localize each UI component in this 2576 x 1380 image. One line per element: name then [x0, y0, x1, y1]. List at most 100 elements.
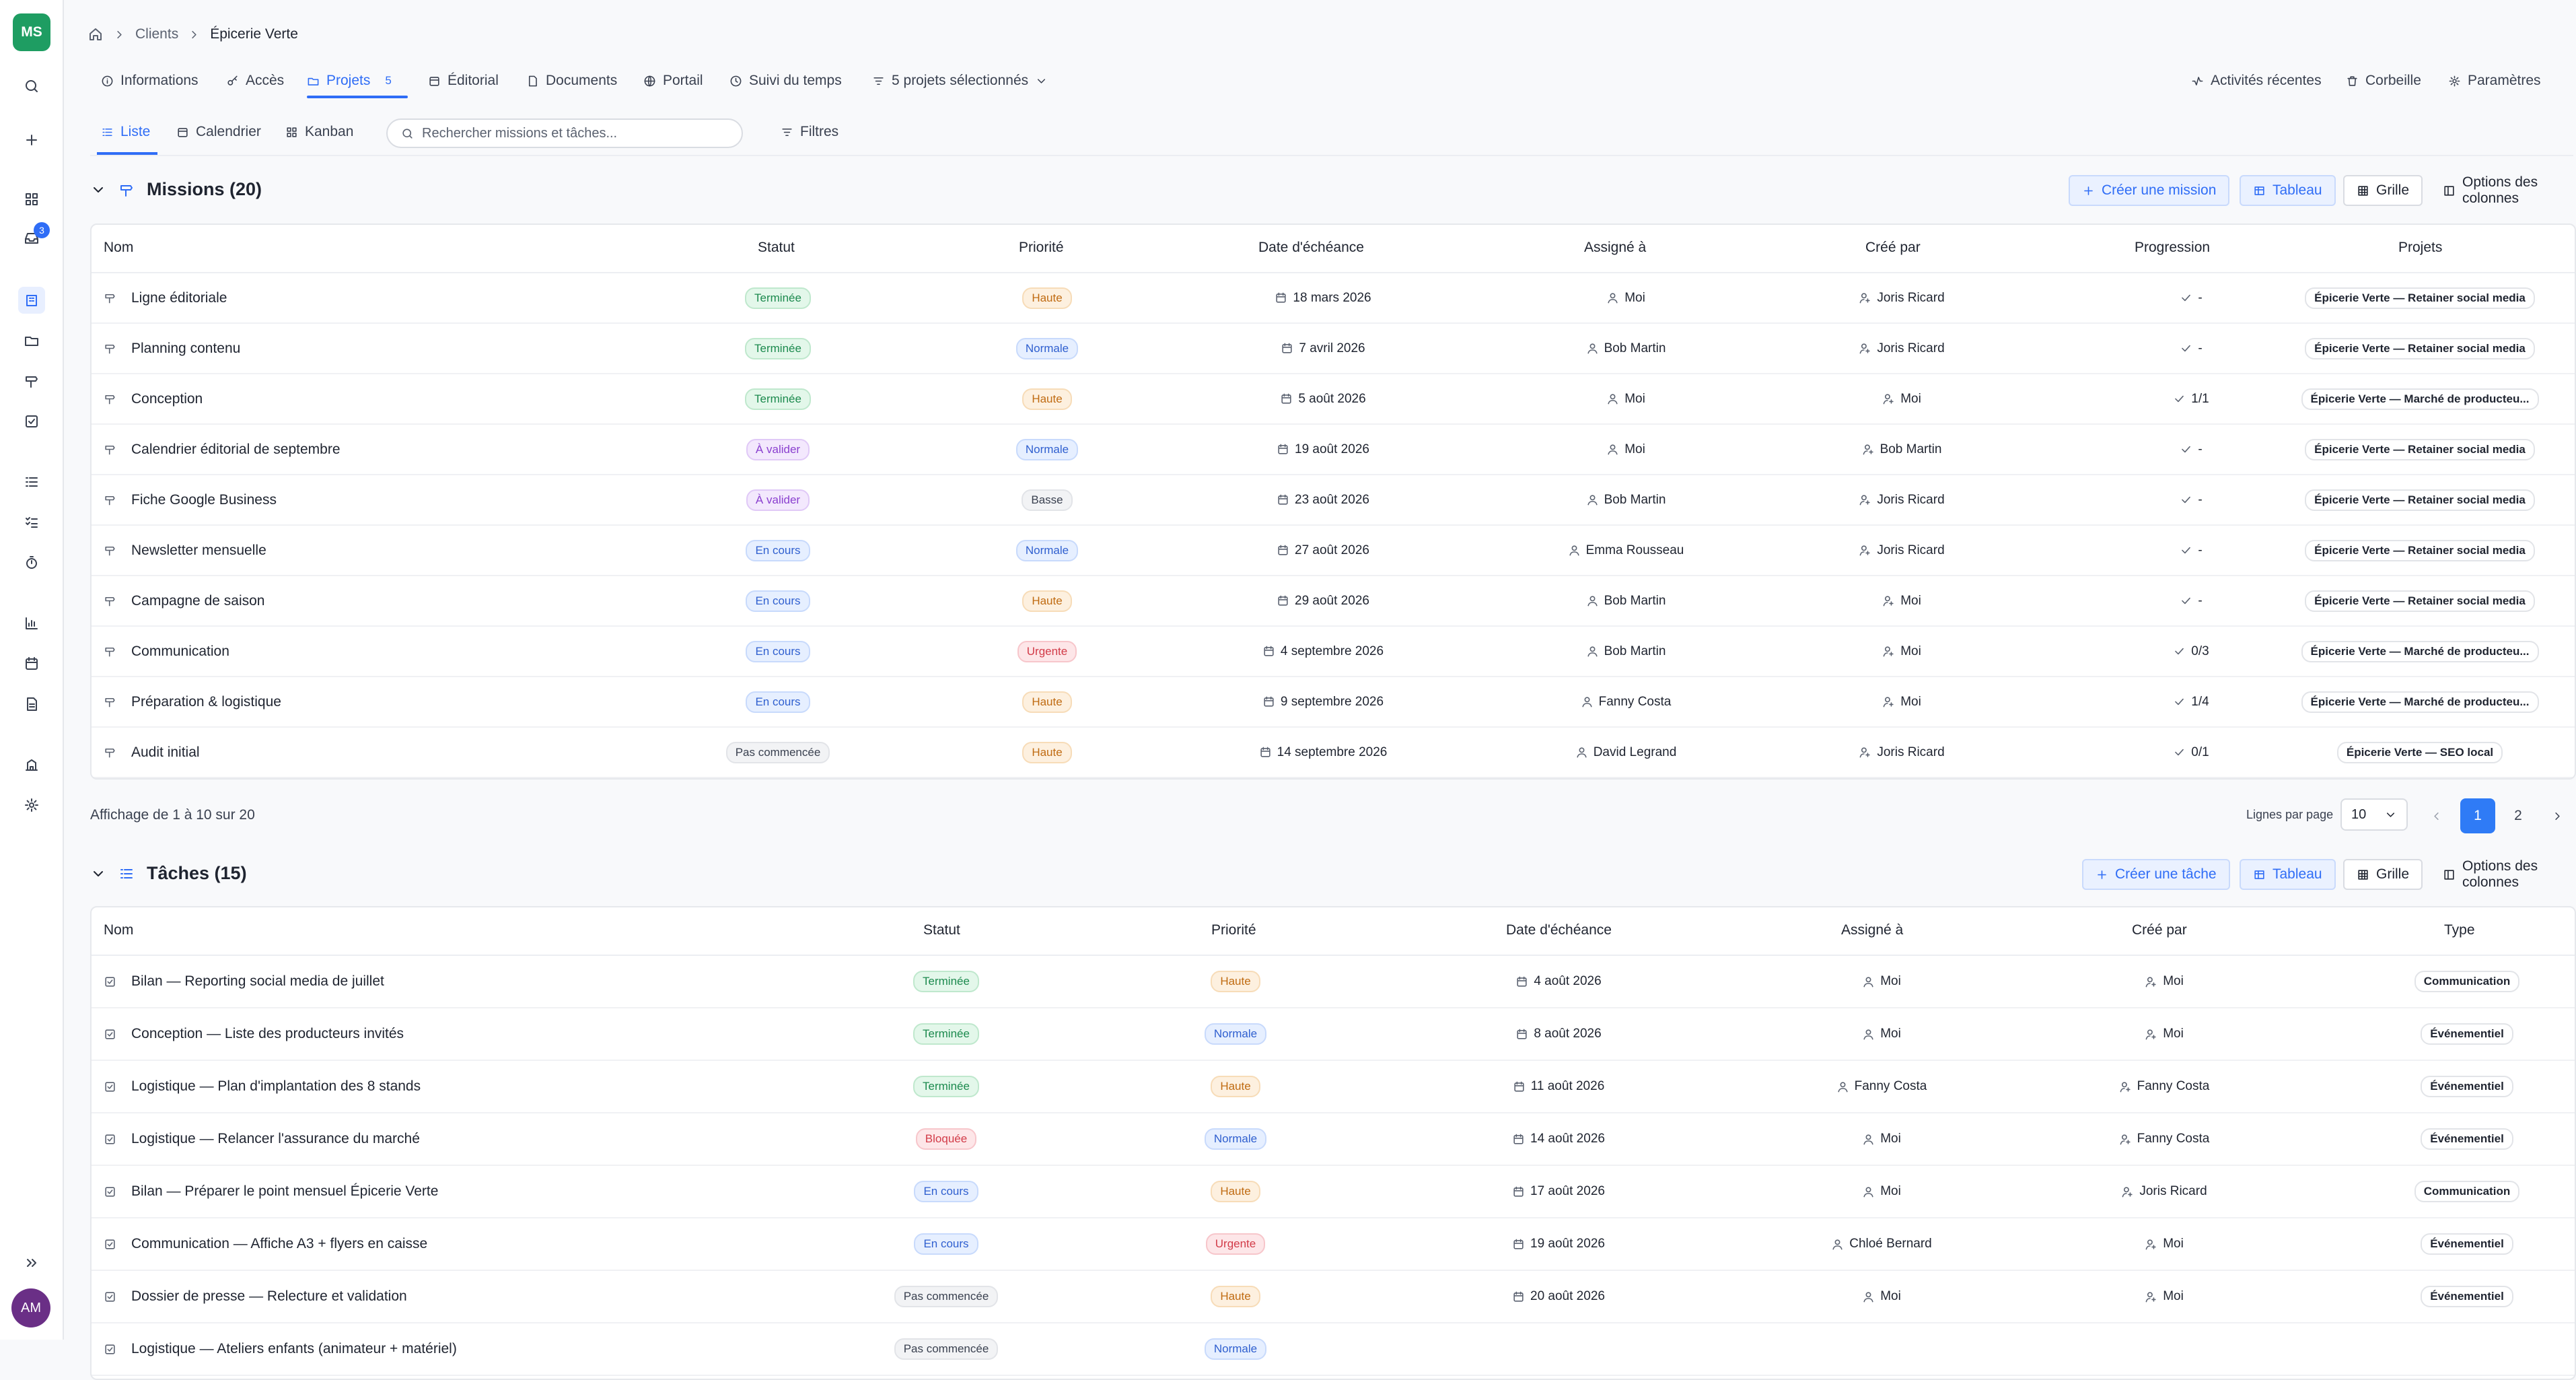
task-column-options-button[interactable]: Options des colonnes: [2431, 858, 2573, 890]
mission-name[interactable]: Audit initial: [104, 728, 575, 777]
mission-row[interactable]: Newsletter mensuelle En cours Normale 27 ao…: [92, 526, 2575, 576]
calendar-icon[interactable]: [18, 650, 45, 677]
task-grid-view-button[interactable]: Grille: [2343, 859, 2423, 890]
task-row[interactable]: Bilan — Préparer le point mensuel Épicer…: [92, 1166, 2575, 1218]
mission-row[interactable]: Calendrier éditorial de septembre À valid…: [92, 425, 2575, 475]
mission-project[interactable]: Épicerie Verte — Marché de producteu...: [2279, 677, 2561, 726]
column-header[interactable]: Nom: [104, 240, 133, 256]
mission-name[interactable]: Conception: [104, 374, 575, 423]
mission-project[interactable]: Épicerie Verte — Retainer social media: [2279, 475, 2561, 524]
column-header[interactable]: Progression: [2135, 240, 2210, 256]
mission-row[interactable]: Fiche Google Business À valider Basse 23 ao…: [92, 475, 2575, 526]
view-liste[interactable]: Liste: [101, 124, 150, 140]
breadcrumb-clients[interactable]: Clients: [135, 26, 178, 42]
mission-project[interactable]: Épicerie Verte — Retainer social media: [2279, 576, 2561, 625]
avatar[interactable]: AM: [11, 1288, 50, 1327]
missions-title[interactable]: Missions (20): [90, 179, 262, 200]
task-row[interactable]: Logistique — Plan d'implantation des 8 s…: [92, 1061, 2575, 1113]
chevron-down-icon[interactable]: [90, 866, 106, 882]
task-name[interactable]: Logistique — Relancer l'assurance du mar…: [104, 1113, 777, 1165]
checkbox-icon[interactable]: [18, 408, 45, 435]
mission-row[interactable]: Conception Terminée Haute 5 août 2026 Moi Moi…: [92, 374, 2575, 425]
page-button-2[interactable]: 2: [2501, 798, 2536, 833]
plus-icon[interactable]: [18, 127, 45, 153]
settings-button[interactable]: Paramètres: [2448, 69, 2541, 93]
tab-documents[interactable]: Documents: [526, 69, 617, 93]
settings-icon[interactable]: [18, 792, 45, 819]
column-header[interactable]: Projets: [2398, 240, 2442, 256]
task-row[interactable]: Bilan — Reporting social media de juille…: [92, 956, 2575, 1008]
folder-icon[interactable]: [18, 327, 45, 354]
next-page-button[interactable]: [2540, 798, 2575, 833]
rows-per-page-select[interactable]: 10: [2340, 798, 2408, 831]
search-icon[interactable]: [18, 73, 45, 100]
checklist-icon[interactable]: [18, 509, 45, 536]
home-icon[interactable]: [87, 26, 104, 42]
mission-project[interactable]: Épicerie Verte — Retainer social media: [2279, 425, 2561, 474]
table-view-button[interactable]: Tableau: [2240, 175, 2336, 206]
tab-projets[interactable]: Projets 5: [307, 69, 392, 93]
clients-icon[interactable]: [18, 287, 45, 314]
project-filter-dropdown[interactable]: 5 projets sélectionnés: [872, 69, 1048, 93]
tab-informations[interactable]: Informations: [101, 69, 199, 93]
task-name[interactable]: Logistique — Plan d'implantation des 8 s…: [104, 1061, 777, 1112]
mission-row[interactable]: Communication En cours Urgente 4 septembre …: [92, 627, 2575, 677]
column-header[interactable]: Priorité: [1211, 922, 1256, 938]
column-header[interactable]: Priorité: [1019, 240, 1064, 256]
mission-name[interactable]: Préparation & logistique: [104, 677, 575, 726]
mission-name[interactable]: Campagne de saison: [104, 576, 575, 625]
tasks-title[interactable]: Tâches (15): [90, 863, 247, 884]
tab-portail[interactable]: Portail: [643, 69, 703, 93]
mission-row[interactable]: Audit initial Pas commencée Haute 14 septem…: [92, 728, 2575, 778]
tab-suivi-temps[interactable]: Suivi du temps: [729, 69, 842, 93]
mission-row[interactable]: Planning contenu Terminée Normale 7 avril 2…: [92, 324, 2575, 374]
trash-button[interactable]: Corbeille: [2346, 69, 2421, 93]
task-row[interactable]: Dossier de presse — Relecture et validat…: [92, 1271, 2575, 1323]
page-button-1[interactable]: 1: [2460, 798, 2495, 833]
signpost-icon[interactable]: [18, 368, 45, 394]
tab-acces[interactable]: Accès: [226, 69, 284, 93]
mission-project[interactable]: Épicerie Verte — Retainer social media: [2279, 273, 2561, 322]
column-options-button[interactable]: Options des colonnes: [2431, 174, 2573, 206]
grid-view-button[interactable]: Grille: [2343, 175, 2423, 206]
search-input[interactable]: Rechercher missions et tâches...: [386, 118, 743, 148]
mission-name[interactable]: Ligne éditoriale: [104, 273, 575, 322]
create-task-button[interactable]: Créer une tâche: [2082, 859, 2230, 890]
mission-project[interactable]: Épicerie Verte — Retainer social media: [2279, 324, 2561, 373]
mission-project[interactable]: Épicerie Verte — Marché de producteu...: [2279, 374, 2561, 423]
task-name[interactable]: Conception — Liste des producteurs invit…: [104, 1008, 777, 1060]
filters-button[interactable]: Filtres: [781, 124, 838, 140]
mission-name[interactable]: Newsletter mensuelle: [104, 526, 575, 575]
mission-name[interactable]: Fiche Google Business: [104, 475, 575, 524]
chart-icon[interactable]: [18, 610, 45, 637]
workspace-logo[interactable]: MS: [13, 13, 50, 51]
view-kanban[interactable]: Kanban: [285, 124, 353, 140]
document-icon[interactable]: [18, 691, 45, 718]
column-header[interactable]: Statut: [923, 922, 960, 938]
dashboard-icon[interactable]: [18, 186, 45, 213]
column-header[interactable]: Date d'échéance: [1258, 240, 1364, 256]
building-icon[interactable]: [18, 751, 45, 778]
task-name[interactable]: Communication — Affiche A3 + flyers en c…: [104, 1218, 777, 1270]
list-icon[interactable]: [18, 469, 45, 495]
column-header[interactable]: Créé par: [2132, 922, 2187, 938]
tab-editorial[interactable]: Éditorial: [428, 69, 499, 93]
task-row[interactable]: Logistique — Ateliers enfants (animateur…: [92, 1323, 2575, 1376]
column-header[interactable]: Assigné à: [1841, 922, 1903, 938]
column-header[interactable]: Date d'échéance: [1506, 922, 1612, 938]
column-header[interactable]: Type: [2444, 922, 2475, 938]
create-mission-button[interactable]: Créer une mission: [2069, 175, 2230, 206]
task-name[interactable]: Bilan — Préparer le point mensuel Épicer…: [104, 1166, 777, 1217]
column-header[interactable]: Assigné à: [1584, 240, 1646, 256]
task-name[interactable]: Dossier de presse — Relecture et validat…: [104, 1271, 777, 1322]
timer-icon[interactable]: [18, 549, 45, 576]
task-row[interactable]: Communication — Affiche A3 + flyers en c…: [92, 1218, 2575, 1271]
mission-row[interactable]: Ligne éditoriale Terminée Haute 18 mars 202…: [92, 273, 2575, 324]
view-calendrier[interactable]: Calendrier: [176, 124, 261, 140]
column-header[interactable]: Nom: [104, 922, 133, 938]
task-name[interactable]: Logistique — Ateliers enfants (animateur…: [104, 1323, 777, 1375]
mission-row[interactable]: Préparation & logistique En cours Haute 9 s…: [92, 677, 2575, 728]
mission-name[interactable]: Calendrier éditorial de septembre: [104, 425, 575, 474]
expand-sidebar-icon[interactable]: [18, 1249, 45, 1276]
mission-row[interactable]: Campagne de saison En cours Haute 29 août 2…: [92, 576, 2575, 627]
